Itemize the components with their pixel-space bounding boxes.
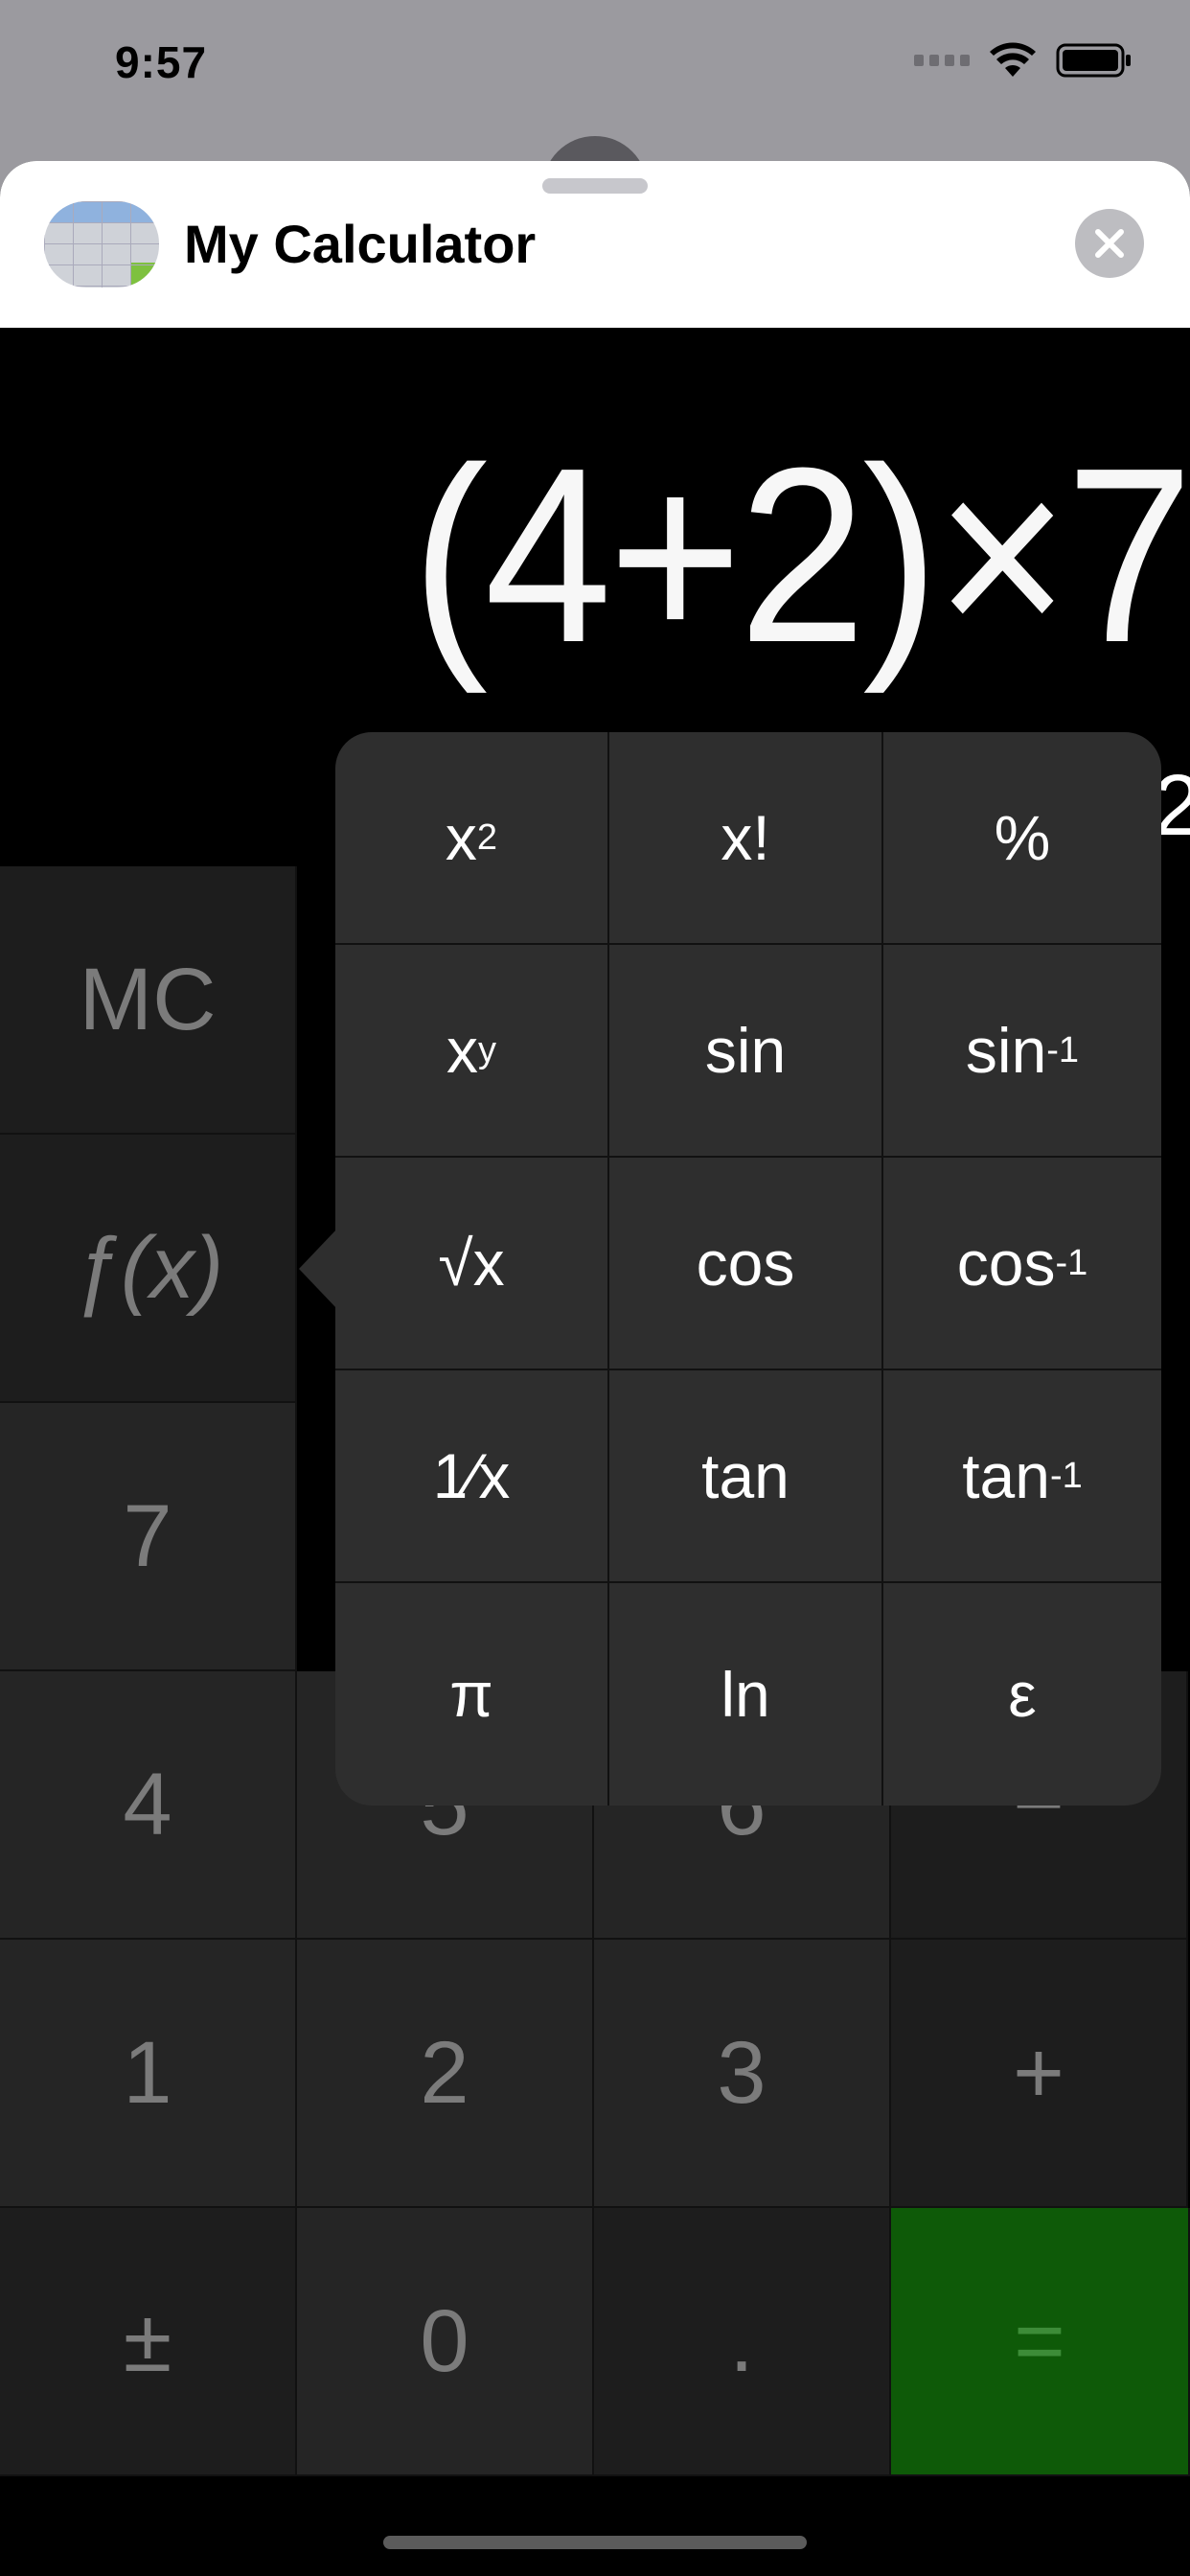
four-key[interactable]: 4	[0, 1671, 297, 1940]
power-key[interactable]: xy	[335, 945, 609, 1158]
equals-key[interactable]: =	[891, 2208, 1190, 2476]
arcsin-key[interactable]: sin -1	[883, 945, 1161, 1158]
cellular-signal-icon	[914, 55, 970, 66]
battery-icon	[1056, 43, 1131, 78]
epsilon-key[interactable]: ε	[883, 1583, 1161, 1806]
close-button[interactable]	[1075, 209, 1144, 278]
cos-key[interactable]: cos	[609, 1158, 883, 1370]
tan-key[interactable]: tan	[609, 1370, 883, 1583]
status-bar: 9:57	[0, 0, 1190, 144]
wifi-icon	[990, 42, 1036, 77]
sheet-header: My Calculator	[0, 161, 1190, 328]
app-icon	[44, 201, 159, 288]
reciprocal-key[interactable]: 1⁄x	[335, 1370, 609, 1583]
close-icon	[1095, 229, 1124, 258]
pi-key[interactable]: π	[335, 1583, 609, 1806]
expression-text: (4+2)×7	[411, 417, 1190, 695]
decimal-key[interactable]: .	[594, 2208, 891, 2476]
sqrt-key[interactable]: √x	[335, 1158, 609, 1370]
seven-key[interactable]: 7	[0, 1403, 297, 1671]
app-title: My Calculator	[184, 214, 537, 274]
zero-key[interactable]: 0	[297, 2208, 594, 2476]
plus-minus-key[interactable]: ±	[0, 2208, 297, 2476]
arccos-key[interactable]: cos -1	[883, 1158, 1161, 1370]
one-key[interactable]: 1	[0, 1940, 297, 2208]
sin-key[interactable]: sin	[609, 945, 883, 1158]
percent-key[interactable]: %	[883, 732, 1161, 945]
three-key[interactable]: 3	[594, 1940, 891, 2208]
popover-arrow	[299, 1229, 337, 1309]
plus-key[interactable]: +	[891, 1940, 1188, 2208]
square-key[interactable]: x2	[335, 732, 609, 945]
sheet-grabber[interactable]	[542, 178, 648, 194]
ln-key[interactable]: ln	[609, 1583, 883, 1806]
status-time: 9:57	[115, 37, 208, 87]
home-indicator[interactable]	[383, 2536, 807, 2549]
factorial-key[interactable]: x!	[609, 732, 883, 945]
arctan-key[interactable]: tan -1	[883, 1370, 1161, 1583]
status-icons	[914, 42, 1133, 79]
expression-display: (4+2)×7	[0, 412, 1190, 700]
function-key[interactable]: ƒ(x)	[0, 1135, 297, 1403]
function-popover: x2 x! % xy sin sin -1 √x cos cos -1 1⁄x ta…	[335, 732, 1161, 1806]
two-key[interactable]: 2	[297, 1940, 594, 2208]
mc-key[interactable]: MC	[0, 866, 297, 1135]
